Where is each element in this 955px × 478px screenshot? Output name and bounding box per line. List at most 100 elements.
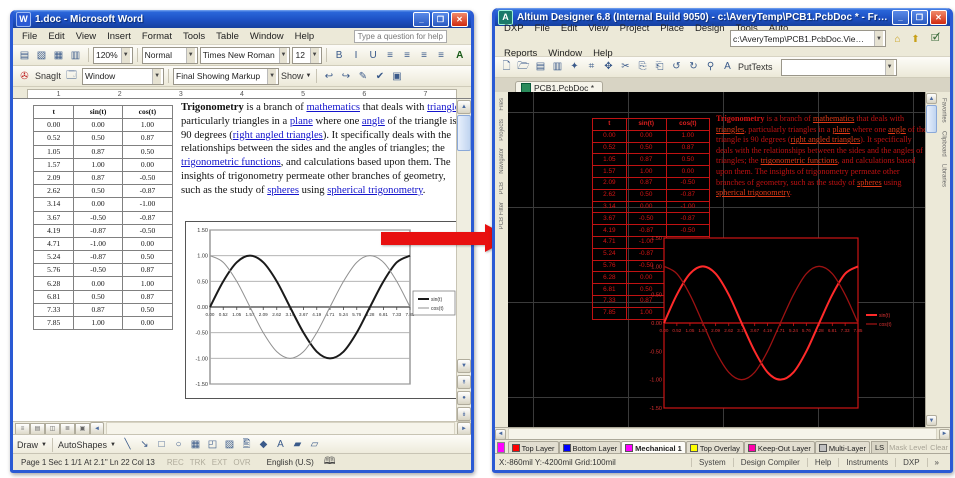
format-icon[interactable]: ≡ [399,47,416,64]
review-icon[interactable]: ↪ [338,68,355,85]
clear-button[interactable]: Clear [930,443,948,452]
toolbar-icon[interactable]: ▥ [67,47,84,64]
scroll-left-icon[interactable]: ◄ [495,429,506,440]
spellcheck-icon[interactable]: 🕮 [324,454,336,471]
word-vertical-scrollbar[interactable]: ▲ ▼ ↟ ● ↡ [456,99,471,422]
menu-item[interactable]: File [17,30,42,43]
toolbar-icon[interactable]: 🗋 [498,59,515,76]
toolbar-icon[interactable]: ✦ [566,58,583,75]
view-mode-button[interactable]: ≣ [60,423,75,435]
autoshapes-menu[interactable]: AutoShapes [58,440,107,450]
panel-tab[interactable]: Libraries [941,164,947,187]
menu-item[interactable]: Edit [556,22,582,46]
word-document-area[interactable]: tsin(t)cos(t)0.000.001.000.520.500.871.0… [13,98,471,422]
browse-prev-icon[interactable]: ↟ [457,375,471,389]
drawing-icon[interactable]: A [272,436,289,453]
panel-button[interactable]: Help [807,458,838,467]
word-window-buttons[interactable]: _ ❒ ✕ [413,12,468,27]
menu-item[interactable]: File [530,22,555,46]
hyperlink[interactable]: trigonometric functions [761,156,838,165]
workspace-icon[interactable]: 🗹 [927,31,944,48]
altium-window-buttons[interactable]: _ ❒ ✕ [892,10,947,25]
toolbar-icon[interactable]: ▥ [549,58,566,75]
hyperlink[interactable]: mathematics [306,102,360,113]
review-icon[interactable]: ✔ [372,68,389,85]
toolbar-icon[interactable]: ⎘ [634,58,651,75]
menu-item[interactable]: Help [588,47,618,60]
review-icon[interactable]: ▣ [389,68,406,85]
hyperlink[interactable]: mathematics [813,114,854,123]
hyperlink[interactable]: trigonometric functions [181,157,281,168]
close-button[interactable]: ✕ [930,10,947,25]
panel-button[interactable]: System [691,458,733,467]
snagit-icon[interactable]: ✇ [16,68,33,85]
toolbar-icon[interactable]: ↺ [668,58,685,75]
drawing-icon[interactable]: ↘ [136,436,153,453]
view-mode-button[interactable]: ▣ [75,423,90,435]
scroll-up-icon[interactable]: ▲ [457,100,471,114]
pcb-canvas[interactable]: tsin(t)cos(t)0.000.001.000.520.500.871.0… [508,92,925,427]
panel-tab[interactable]: PCB Filter [499,202,505,229]
format-icon[interactable]: ≡ [416,47,433,64]
view-mode-button[interactable]: ▤ [30,423,45,435]
menu-item[interactable]: Window [543,47,587,60]
window-icon[interactable]: 🗔 [63,68,80,85]
current-layer-swatch[interactable] [497,442,505,453]
word-horizontal-scrollbar[interactable]: ≡▤◫≣▣ ◄ ► [13,421,471,435]
show-menu[interactable]: Show [281,71,304,81]
menu-item[interactable]: Insert [102,30,136,43]
status-toggle[interactable]: EXT [212,458,228,467]
drawing-icon[interactable]: ◆ [255,436,272,453]
font-color-icon[interactable]: A [452,47,468,64]
snagit-window-combo[interactable]: Window▼ [82,68,164,85]
panel-tab[interactable]: Files [499,98,505,111]
view-mode-button[interactable]: ≡ [15,423,30,435]
menu-item[interactable]: Window [245,30,289,43]
hyperlink[interactable]: triangles [716,125,744,134]
hyperlink[interactable]: plane [832,125,850,134]
status-toggle[interactable]: REC [167,458,184,467]
hyperlink[interactable]: spherical trigonometry [327,185,423,196]
scroll-right-icon[interactable]: ► [939,429,950,440]
scroll-thumb[interactable] [457,115,471,151]
browse-next-icon[interactable]: ↡ [457,407,471,421]
menu-item[interactable]: Edit [43,30,69,43]
filter-combo[interactable]: ▼ [781,59,897,76]
scroll-up-icon[interactable]: ▲ [926,93,937,104]
hyperlink[interactable]: right angled triangles [233,130,323,141]
draw-menu[interactable]: Draw [17,440,38,450]
toolbar-icon[interactable]: ▧ [33,47,50,64]
zoom-combo[interactable]: 120%▼ [93,47,133,64]
toolbar-icon[interactable]: ⎗ [651,58,668,75]
toolbar-icon[interactable]: ⚲ [702,58,719,75]
puttexts-button[interactable]: PutTexts [738,62,773,72]
font-size-combo[interactable]: 12▼ [292,47,321,64]
menu-item[interactable]: Format [137,30,177,43]
format-icon[interactable]: U [365,47,382,64]
scroll-thumb[interactable] [926,105,937,133]
menu-item[interactable]: Reports [499,47,542,60]
format-icon[interactable]: I [348,47,365,64]
format-icon[interactable]: B [331,47,348,64]
hyperlink[interactable]: plane [290,116,313,127]
menu-item[interactable]: Place [655,22,689,46]
menu-item[interactable]: Table [211,30,244,43]
format-icon[interactable]: ≡ [382,47,399,64]
panel-tab[interactable]: Favorites [941,98,947,123]
font-combo[interactable]: Times New Roman▼ [200,47,291,64]
toolbar-icon[interactable]: ↻ [685,58,702,75]
scroll-down-icon[interactable]: ▼ [457,359,471,373]
home-icon[interactable]: ⌂ [889,31,906,48]
ask-help-input[interactable]: Type a question for help [354,30,447,43]
review-icon[interactable]: ↩ [321,68,338,85]
menu-item[interactable]: View [71,30,101,43]
panel-button[interactable]: Instruments [838,458,895,467]
restore-button[interactable]: ❒ [911,10,928,25]
drawing-icon[interactable]: ▦ [187,436,204,453]
drawing-icon[interactable]: 🖺 [238,437,255,454]
drawing-icon[interactable]: ╲ [119,436,136,453]
up-arrow-icon[interactable]: ⬆ [907,31,924,48]
altium-vertical-scrollbar[interactable]: ▲ ▼ [925,92,937,427]
toolbar-icon[interactable]: ✂ [617,58,634,75]
close-button[interactable]: ✕ [451,12,468,27]
